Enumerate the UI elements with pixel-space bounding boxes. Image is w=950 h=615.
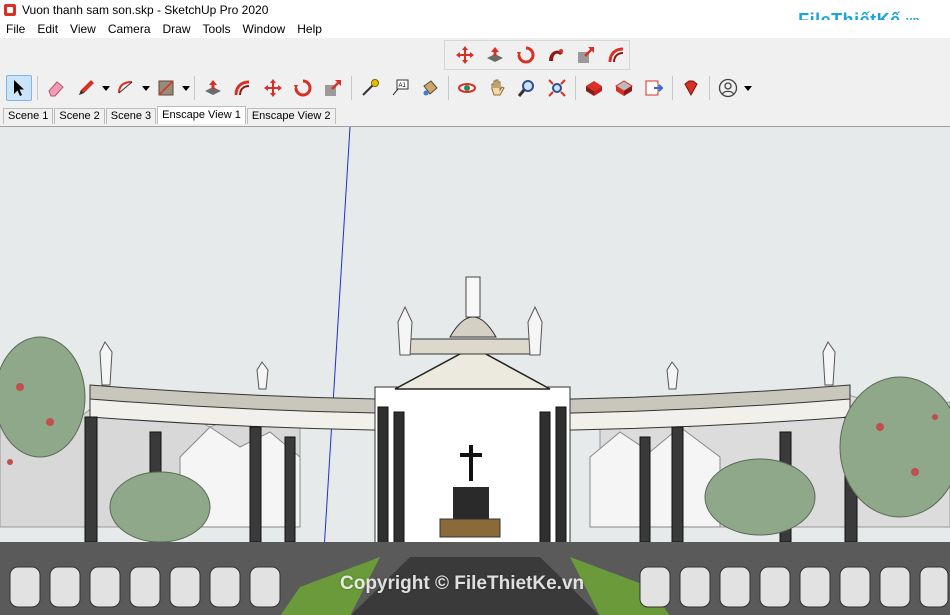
scale-tool-button[interactable] xyxy=(320,75,346,101)
menu-help[interactable]: Help xyxy=(291,20,328,38)
zoom-tool-button[interactable] xyxy=(514,75,540,101)
toolbar-separator xyxy=(448,76,449,100)
offset-tool-button[interactable] xyxy=(230,75,256,101)
rotate-icon xyxy=(516,46,535,64)
pencil-dropdown[interactable] xyxy=(101,75,111,101)
eraser-icon xyxy=(48,81,64,97)
orbit-icon xyxy=(458,83,476,93)
toolbar-separator xyxy=(194,76,195,100)
paint-bucket-tool-button[interactable] xyxy=(417,75,443,101)
svg-text:A1: A1 xyxy=(399,83,407,89)
scale-tool-button[interactable] xyxy=(576,42,596,68)
follow-me-tool-button[interactable] xyxy=(546,42,566,68)
zoom-extents-tool-button[interactable] xyxy=(544,75,570,101)
pan-icon xyxy=(491,79,505,96)
menu-camera[interactable]: Camera xyxy=(102,20,157,38)
toolbar-separator xyxy=(575,76,576,100)
scene-tab-enscape-view-1[interactable]: Enscape View 1 xyxy=(157,106,246,124)
scene-tab-3[interactable]: Scene 3 xyxy=(105,108,157,124)
menu-edit[interactable]: Edit xyxy=(31,20,64,38)
chevron-down-icon xyxy=(744,85,752,91)
push-pull-tool-button[interactable] xyxy=(200,75,226,101)
account-button[interactable] xyxy=(715,75,741,101)
chevron-down-icon xyxy=(142,85,150,91)
orbit-tool-button[interactable] xyxy=(454,75,480,101)
move-icon xyxy=(456,46,475,64)
offset-icon xyxy=(608,47,623,63)
3d-warehouse-button[interactable] xyxy=(581,75,607,101)
eraser-tool-button[interactable] xyxy=(43,75,69,101)
account-icon xyxy=(718,78,738,98)
toolbar-separator xyxy=(672,76,673,100)
select-tool-button[interactable] xyxy=(6,75,32,101)
extension-warehouse-button[interactable] xyxy=(611,75,637,101)
pencil-tool-button[interactable] xyxy=(73,75,99,101)
main-toolbar: A1 xyxy=(4,72,800,104)
offset-icon xyxy=(234,80,250,96)
paint-bucket-icon xyxy=(423,80,438,96)
zoom-extents-icon xyxy=(548,79,566,97)
zoom-icon xyxy=(517,80,534,97)
scene-tab-2[interactable]: Scene 2 xyxy=(54,108,105,124)
move-icon xyxy=(264,79,282,97)
tape-measure-icon xyxy=(362,79,379,96)
menu-file[interactable]: File xyxy=(0,20,31,38)
send-to-layout-icon xyxy=(645,80,664,96)
model-viewport[interactable]: Copyright © FileThietKe.vn xyxy=(0,126,950,615)
extension-warehouse-icon xyxy=(615,80,633,96)
arc-icon xyxy=(118,81,133,94)
scene-tabs: Scene 1 Scene 2 Scene 3 Enscape View 1 E… xyxy=(0,106,950,124)
account-dropdown[interactable] xyxy=(743,75,753,101)
ruby-icon xyxy=(684,80,698,97)
toolbar-separator xyxy=(37,76,38,100)
menu-view[interactable]: View xyxy=(64,20,102,38)
push-pull-icon xyxy=(205,80,221,95)
rectangle-tool-button[interactable] xyxy=(153,75,179,101)
scene-tab-enscape-view-2[interactable]: Enscape View 2 xyxy=(246,108,336,124)
rotate-tool-button[interactable] xyxy=(290,75,316,101)
menu-draw[interactable]: Draw xyxy=(157,20,197,38)
tape-measure-tool-button[interactable] xyxy=(357,75,383,101)
pan-tool-button[interactable] xyxy=(484,75,510,101)
ruby-console-button[interactable] xyxy=(678,75,704,101)
menu-bar: File Edit View Camera Draw Tools Window … xyxy=(0,20,950,38)
rectangle-dropdown[interactable] xyxy=(181,75,191,101)
select-icon xyxy=(14,80,24,96)
sketchup-app-icon xyxy=(4,4,16,16)
warehouse-icon xyxy=(586,81,602,96)
move-tool-button[interactable] xyxy=(260,75,286,101)
offset-tool-button[interactable] xyxy=(607,42,627,68)
scale-icon xyxy=(578,47,595,63)
chevron-down-icon xyxy=(102,85,110,91)
arc-dropdown[interactable] xyxy=(141,75,151,101)
window-title: Vuon thanh sam son.skp - SketchUp Pro 20… xyxy=(22,3,269,17)
move-tool-button[interactable] xyxy=(455,42,475,68)
toolbar-separator xyxy=(351,76,352,100)
text-icon: A1 xyxy=(392,79,409,96)
push-pull-icon xyxy=(487,47,504,62)
rectangle-icon xyxy=(158,80,174,96)
pencil-icon xyxy=(79,80,94,95)
copyright-watermark: Copyright © FileThietKe.vn xyxy=(340,573,585,594)
rotate-tool-button[interactable] xyxy=(516,42,536,68)
scene-tab-1[interactable]: Scene 1 xyxy=(3,108,54,124)
menu-window[interactable]: Window xyxy=(237,20,292,38)
model-render xyxy=(0,127,950,615)
follow-me-icon xyxy=(549,49,564,61)
rotate-icon xyxy=(294,79,312,97)
edit-toolbar xyxy=(444,40,630,70)
menu-tools[interactable]: Tools xyxy=(197,20,237,38)
text-tool-button[interactable]: A1 xyxy=(387,75,413,101)
scale-icon xyxy=(325,80,341,96)
send-to-layout-button[interactable] xyxy=(641,75,667,101)
chevron-down-icon xyxy=(182,85,190,91)
arc-tool-button[interactable] xyxy=(113,75,139,101)
push-pull-tool-button[interactable] xyxy=(485,42,505,68)
toolbar-separator xyxy=(709,76,710,100)
